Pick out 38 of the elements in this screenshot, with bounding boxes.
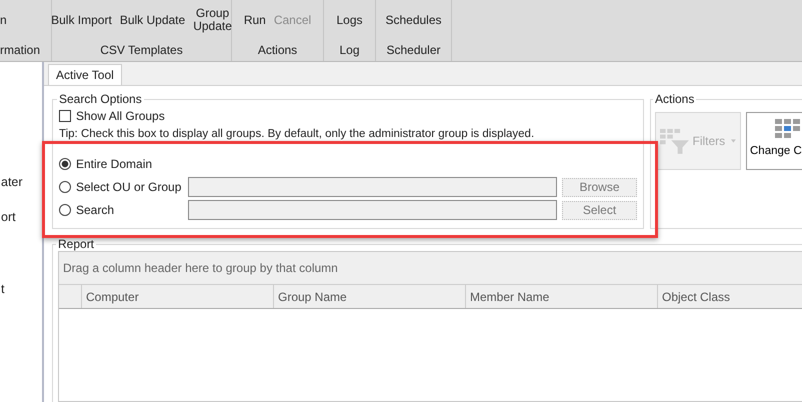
- group-by-hint: Drag a column header here to group by that column: [63, 261, 338, 275]
- ribbon-group-caption: Actions: [256, 43, 298, 59]
- ribbon-group-caption: Log: [338, 43, 361, 59]
- sidebar-item[interactable]: ort: [1, 210, 16, 224]
- ribbon-group-caption: rmation: [0, 43, 42, 59]
- sidebar-item[interactable]: t: [1, 282, 4, 296]
- ribbon-button[interactable]: Group Update: [190, 6, 235, 34]
- change-columns-button[interactable]: Change C: [746, 112, 802, 170]
- ribbon-button[interactable]: Bulk Update: [116, 6, 188, 34]
- dropdown-caret-icon: [731, 139, 736, 143]
- group-title: Search Options: [58, 92, 143, 106]
- radio-label: Entire Domain: [76, 157, 154, 171]
- radio-button[interactable]: [59, 204, 71, 216]
- tab[interactable]: Active Tool: [48, 64, 122, 85]
- radio-button[interactable]: [59, 158, 71, 170]
- radio-button[interactable]: [59, 181, 71, 193]
- checkbox[interactable]: [59, 110, 71, 122]
- checkbox-label: Show All Groups: [76, 109, 165, 123]
- scope-button[interactable]: Select: [562, 200, 637, 220]
- group-title: Report: [57, 237, 96, 251]
- scope-button[interactable]: Browse: [562, 178, 637, 196]
- column-header[interactable]: Member Name: [466, 285, 658, 308]
- column-header[interactable]: Computer: [82, 285, 274, 308]
- ribbon-button[interactable]: Logs: [333, 6, 366, 34]
- ribbon-button[interactable]: Run: [240, 6, 269, 34]
- group-title: Actions: [654, 92, 696, 106]
- ribbon-button[interactable]: n: [0, 6, 7, 34]
- column-header[interactable]: Object Class: [658, 285, 802, 308]
- ribbon-group-caption: Scheduler: [385, 43, 442, 59]
- tip-text: Tip: Check this box to display all groups. By default, only the administrator group is displayed.: [59, 128, 536, 140]
- sidebar-item[interactable]: ater: [1, 175, 23, 189]
- ribbon-button[interactable]: Bulk Import: [48, 6, 115, 34]
- grid-icon: [775, 119, 801, 141]
- radio-label: Search: [76, 203, 116, 217]
- ribbon-group-caption: CSV Templates: [99, 43, 184, 59]
- ribbon-button[interactable]: Schedules: [382, 6, 445, 34]
- column-header[interactable]: Group Name: [274, 285, 466, 308]
- radio-label: Select OU or Group: [76, 180, 182, 194]
